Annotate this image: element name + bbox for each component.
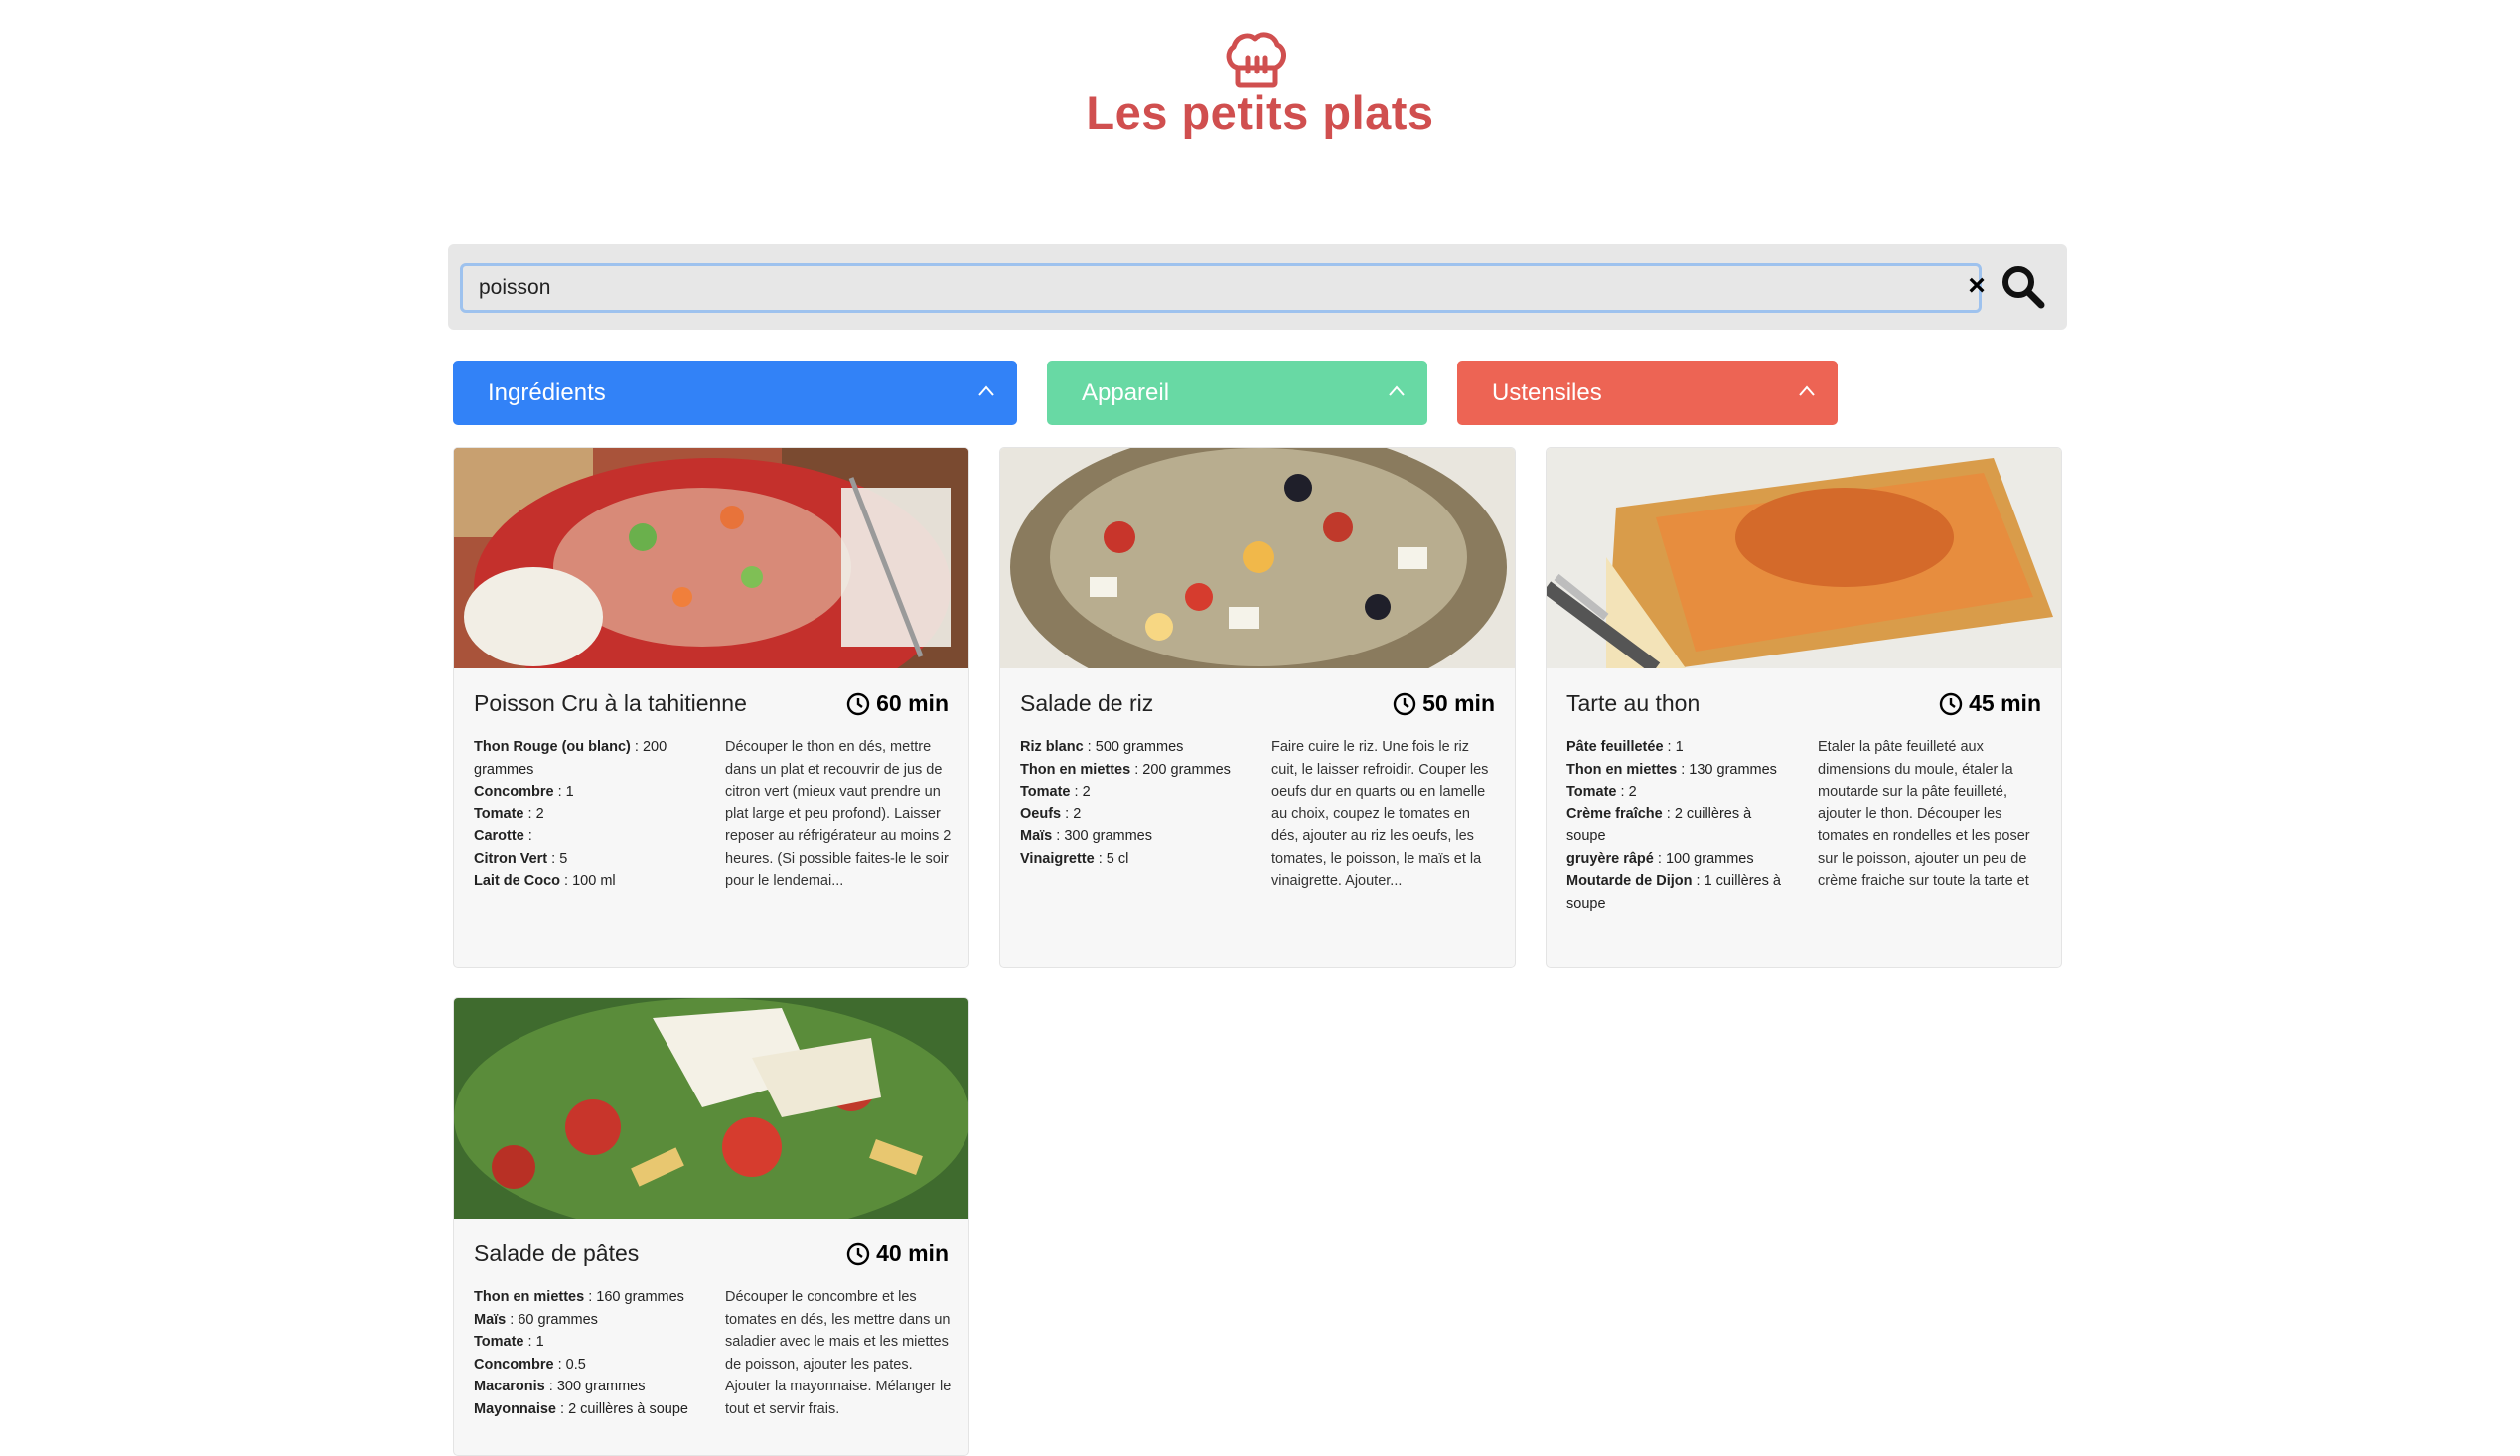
ingredient-item: Maïs : 60 grammes	[474, 1311, 598, 1328]
ingredient-item: Thon en miettes : 130 grammes	[1566, 761, 1777, 778]
recipe-time-value: 50 min	[1422, 690, 1495, 716]
recipe-card[interactable]: Salade de riz 50 min Riz blanc : 500 gra…	[999, 447, 1516, 968]
ingredient-item: Moutarde de Dijon : 1 cuillères à soupe	[1566, 873, 1781, 912]
recipe-time-value: 60 min	[876, 690, 949, 716]
recipe-time: 50 min	[1393, 690, 1495, 717]
recipe-description: Découper le thon en dés, mettre dans un …	[725, 739, 952, 889]
ingredient-item: Thon Rouge (ou blanc) : 200 grammes	[474, 739, 667, 778]
recipe-card[interactable]: Tarte au thon 45 min Pâte feuilletée : 1…	[1546, 447, 2062, 968]
ingredient-item: Thon en miettes : 200 grammes	[1020, 761, 1231, 778]
ingredient-item: Pâte feuilletée : 1	[1566, 739, 1684, 755]
ingredient-item: Mayonnaise : 2 cuillères à soupe	[474, 1400, 689, 1417]
recipe-description: Faire cuire le riz. Une fois le riz cuit…	[1271, 739, 1489, 889]
ingredient-item: Macaronis : 300 grammes	[474, 1379, 646, 1394]
chevron-up-icon	[978, 385, 994, 396]
recipe-time: 60 min	[846, 690, 949, 717]
ingredient-list: Thon en miettes : 160 grammes Maïs : 60 …	[474, 1286, 692, 1420]
recipe-card[interactable]: Salade de pâtes 40 min Thon en miettes :…	[453, 997, 969, 1456]
ingredient-list: Riz blanc : 500 grammes Thon en miettes …	[1020, 736, 1239, 870]
clock-icon	[1393, 692, 1416, 715]
filter-ustensiles-dropdown[interactable]: Ustensiles	[1457, 361, 1838, 425]
recipe-time: 45 min	[1939, 690, 2041, 717]
ingredient-item: Lait de Coco : 100 ml	[474, 873, 616, 889]
recipe-image	[1547, 448, 2061, 668]
recipe-title: Salade de riz	[1020, 690, 1154, 716]
ingredient-item: Tomate : 1	[474, 1334, 544, 1350]
recipe-time-value: 45 min	[1969, 690, 2041, 716]
clock-icon	[1939, 692, 1963, 715]
ingredient-item: Concombre : 0.5	[474, 1356, 586, 1373]
filter-appareil-dropdown[interactable]: Appareil	[1047, 361, 1427, 425]
filter-ustensiles-label: Ustensiles	[1492, 379, 1602, 406]
filter-appareil-label: Appareil	[1082, 379, 1170, 406]
recipe-title: Poisson Cru à la tahitienne	[474, 690, 747, 716]
recipe-description: Etaler la pâte feuilleté aux dimensions …	[1818, 739, 2030, 889]
ingredient-item: Citron Vert : 5	[474, 850, 568, 867]
chevron-up-icon	[1799, 385, 1815, 396]
recipe-time-value: 40 min	[876, 1240, 949, 1266]
recipe-image	[454, 998, 968, 1219]
ingredient-list: Thon Rouge (ou blanc) : 200 grammes Conc…	[474, 736, 692, 893]
site-title: Les petits plats	[1086, 86, 1434, 139]
recipe-image	[1000, 448, 1515, 668]
ingredient-item: gruyère râpé : 100 grammes	[1566, 850, 1754, 867]
ingredient-item: Tomate : 2	[474, 805, 544, 822]
search-bar: ×	[448, 244, 2067, 330]
ingredient-item: Vinaigrette : 5 cl	[1020, 850, 1129, 867]
search-icon[interactable]	[1999, 262, 2048, 312]
ingredient-item: Oeufs : 2	[1020, 805, 1082, 822]
ingredient-item: Crème fraîche : 2 cuillères à soupe	[1566, 805, 1752, 845]
clear-search-button[interactable]: ×	[1962, 268, 1992, 304]
chef-hat-icon	[1226, 32, 1286, 88]
recipe-title: Salade de pâtes	[474, 1240, 640, 1266]
recipe-time: 40 min	[846, 1240, 949, 1267]
ingredient-item: Maïs : 300 grammes	[1020, 828, 1152, 844]
ingredient-item: Carotte :	[474, 828, 532, 844]
ingredient-item: Thon en miettes : 160 grammes	[474, 1289, 684, 1305]
chevron-up-icon	[1389, 385, 1405, 396]
filter-ingredients-label: Ingrédients	[488, 379, 606, 406]
ingredient-item: Tomate : 2	[1020, 784, 1091, 800]
ingredient-item: Concombre : 1	[474, 784, 574, 800]
recipe-description: Découper le concombre et les tomates en …	[725, 1289, 952, 1417]
ingredient-list: Pâte feuilletée : 1 Thon en miettes : 13…	[1566, 736, 1785, 915]
search-input[interactable]	[460, 263, 1982, 313]
clock-icon	[846, 692, 870, 715]
ingredient-item: Tomate : 2	[1566, 784, 1637, 800]
recipe-card[interactable]: Poisson Cru à la tahitienne 60 min Thon …	[453, 447, 969, 968]
recipe-image	[454, 448, 968, 668]
filter-ingredients-dropdown[interactable]: Ingrédients	[453, 361, 1017, 425]
ingredient-item: Riz blanc : 500 grammes	[1020, 739, 1184, 755]
recipe-title: Tarte au thon	[1566, 690, 1701, 716]
clock-icon	[846, 1242, 870, 1265]
